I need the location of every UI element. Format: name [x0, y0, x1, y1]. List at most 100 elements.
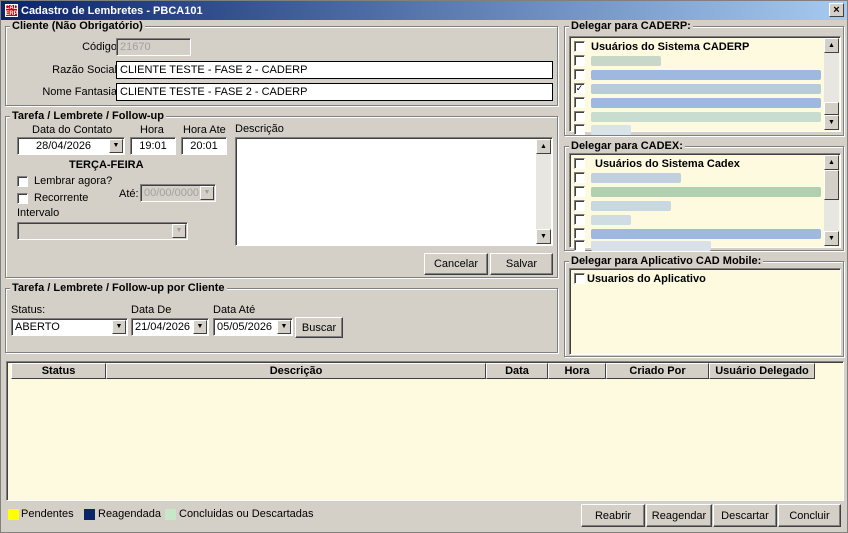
- list-checkbox[interactable]: ✓: [574, 83, 585, 94]
- list-item[interactable]: [574, 185, 821, 198]
- column-header-usuario-delegado[interactable]: Usuário Delegado: [709, 363, 815, 379]
- list-checkbox[interactable]: [574, 214, 585, 225]
- list-checkbox[interactable]: [574, 111, 585, 122]
- list-item[interactable]: ✓: [574, 82, 821, 95]
- descricao-label: Descrição: [235, 123, 284, 135]
- list-item[interactable]: [574, 199, 671, 212]
- chevron-down-icon[interactable]: ▼: [193, 320, 207, 334]
- chevron-down-icon[interactable]: ▼: [172, 224, 186, 238]
- list-checkbox[interactable]: [574, 41, 585, 52]
- list-item[interactable]: Usuarios do Aplicativo: [574, 272, 706, 285]
- reagendada-swatch: [84, 509, 95, 520]
- close-button[interactable]: ×: [829, 3, 844, 17]
- chevron-down-icon[interactable]: ▼: [200, 186, 214, 200]
- list-checkbox[interactable]: [574, 200, 585, 211]
- razao-social-field[interactable]: CLIENTE TESTE - FASE 2 - CADERP: [116, 61, 553, 79]
- scroll-up-icon[interactable]: ▲: [536, 139, 551, 154]
- title-bar: CAD ERP Cadastro de Lembretes - PBCA101 ×: [1, 1, 847, 20]
- pendentes-swatch: [8, 509, 19, 520]
- column-header-criado-por[interactable]: Criado Por: [606, 363, 709, 379]
- column-header-descricao[interactable]: Descrição: [106, 363, 486, 379]
- list-checkbox[interactable]: [574, 55, 585, 66]
- mobile-user-list[interactable]: Usuarios do Aplicativo: [569, 268, 841, 355]
- ate-field[interactable]: 00/00/0000 ▼: [140, 184, 216, 202]
- hora-field[interactable]: 19:01: [130, 137, 176, 155]
- chevron-down-icon[interactable]: ▼: [277, 320, 291, 334]
- list-item[interactable]: [574, 110, 821, 123]
- filtro-group: Tarefa / Lembrete / Follow-up por Client…: [5, 282, 558, 353]
- status-label: Status:: [11, 304, 46, 316]
- redacted-user: [591, 172, 681, 183]
- list-item[interactable]: [574, 54, 661, 67]
- tarefa-group-title: Tarefa / Lembrete / Follow-up: [10, 110, 166, 122]
- reagendada-label: Reagendada: [98, 508, 162, 520]
- codigo-field[interactable]: 21670: [116, 38, 191, 56]
- caderp-scrollbar[interactable]: ▲ ▼: [824, 38, 839, 130]
- filtro-group-title: Tarefa / Lembrete / Follow-up por Client…: [10, 282, 227, 294]
- scroll-up-icon[interactable]: ▲: [824, 155, 839, 170]
- concluir-button[interactable]: Concluir: [778, 504, 841, 527]
- data-contato-label: Data do Contato: [32, 124, 113, 136]
- data-de-field[interactable]: 21/04/2026 ▼: [131, 318, 209, 336]
- list-item[interactable]: [574, 239, 711, 252]
- reminders-grid[interactable]: Status Descrição Data Hora Criado Por Us…: [6, 361, 844, 501]
- redacted-user: [591, 83, 821, 94]
- intervalo-select[interactable]: ▼: [17, 222, 188, 240]
- list-checkbox[interactable]: [574, 273, 585, 284]
- chevron-down-icon[interactable]: ▼: [109, 139, 123, 153]
- redacted-user: [591, 240, 711, 251]
- list-item[interactable]: Usuários do Sistema CADERP: [574, 40, 749, 53]
- redacted-user: [591, 200, 671, 211]
- reagendar-button[interactable]: Reagendar: [646, 504, 712, 527]
- buscar-button[interactable]: Buscar: [295, 317, 343, 338]
- cadex-user-list[interactable]: Usuários do Sistema Cadex ▲ ▼: [569, 153, 841, 251]
- chevron-down-icon[interactable]: ▼: [112, 320, 126, 334]
- scroll-up-icon[interactable]: ▲: [824, 38, 839, 53]
- column-header-status[interactable]: Status: [11, 363, 106, 379]
- list-item[interactable]: [574, 123, 631, 136]
- descricao-scrollbar[interactable]: ▲ ▼: [536, 139, 551, 244]
- redacted-user: [591, 69, 821, 80]
- pendentes-label: Pendentes: [21, 508, 74, 520]
- recorrente-checkbox[interactable]: [17, 193, 28, 204]
- cadex-scrollbar[interactable]: ▲ ▼: [824, 155, 839, 246]
- list-checkbox[interactable]: [574, 69, 585, 80]
- list-item[interactable]: [574, 171, 681, 184]
- tarefa-group: Tarefa / Lembrete / Follow-up Data do Co…: [5, 110, 558, 278]
- list-checkbox[interactable]: [574, 124, 585, 135]
- concluidas-label: Concluidas ou Descartadas: [179, 508, 314, 520]
- column-header-hora[interactable]: Hora: [548, 363, 606, 379]
- data-contato-field[interactable]: 28/04/2026 ▼: [17, 137, 125, 155]
- cancelar-button[interactable]: Cancelar: [424, 253, 488, 275]
- scroll-down-icon[interactable]: ▼: [824, 231, 839, 246]
- scroll-thumb[interactable]: [824, 170, 839, 200]
- caderp-user-list[interactable]: Usuários do Sistema CADERP ✓ ▲ ▼: [569, 36, 841, 135]
- reabrir-button[interactable]: Reabrir: [581, 504, 645, 527]
- lembrar-checkbox[interactable]: [17, 176, 28, 187]
- list-checkbox[interactable]: [574, 186, 585, 197]
- list-checkbox[interactable]: [574, 240, 585, 251]
- scroll-down-icon[interactable]: ▼: [536, 229, 551, 244]
- redacted-user: [591, 228, 821, 239]
- salvar-button[interactable]: Salvar: [490, 253, 553, 275]
- ate-label: Até:: [119, 188, 139, 200]
- column-header-data[interactable]: Data: [486, 363, 548, 379]
- nome-fantasia-field[interactable]: CLIENTE TESTE - FASE 2 - CADERP: [116, 83, 553, 101]
- data-ate-field[interactable]: 05/05/2026 ▼: [213, 318, 293, 336]
- list-checkbox[interactable]: [574, 228, 585, 239]
- scroll-thumb[interactable]: [824, 102, 839, 115]
- list-checkbox[interactable]: [574, 97, 585, 108]
- list-item[interactable]: [574, 96, 821, 109]
- list-item[interactable]: [574, 68, 821, 81]
- descricao-textarea[interactable]: ▲ ▼: [235, 137, 553, 246]
- cadex-header-item: Usuários do Sistema Cadex: [595, 157, 740, 170]
- list-item[interactable]: Usuários do Sistema Cadex: [574, 157, 740, 170]
- list-checkbox[interactable]: [574, 172, 585, 183]
- list-item[interactable]: [574, 213, 631, 226]
- cliente-group-title: Cliente (Não Obrigatório): [10, 20, 145, 32]
- status-select[interactable]: ABERTO ▼: [11, 318, 128, 336]
- list-checkbox[interactable]: [574, 158, 585, 169]
- scroll-down-icon[interactable]: ▼: [824, 115, 839, 130]
- descartar-button[interactable]: Descartar: [713, 504, 777, 527]
- hora-ate-field[interactable]: 20:01: [181, 137, 227, 155]
